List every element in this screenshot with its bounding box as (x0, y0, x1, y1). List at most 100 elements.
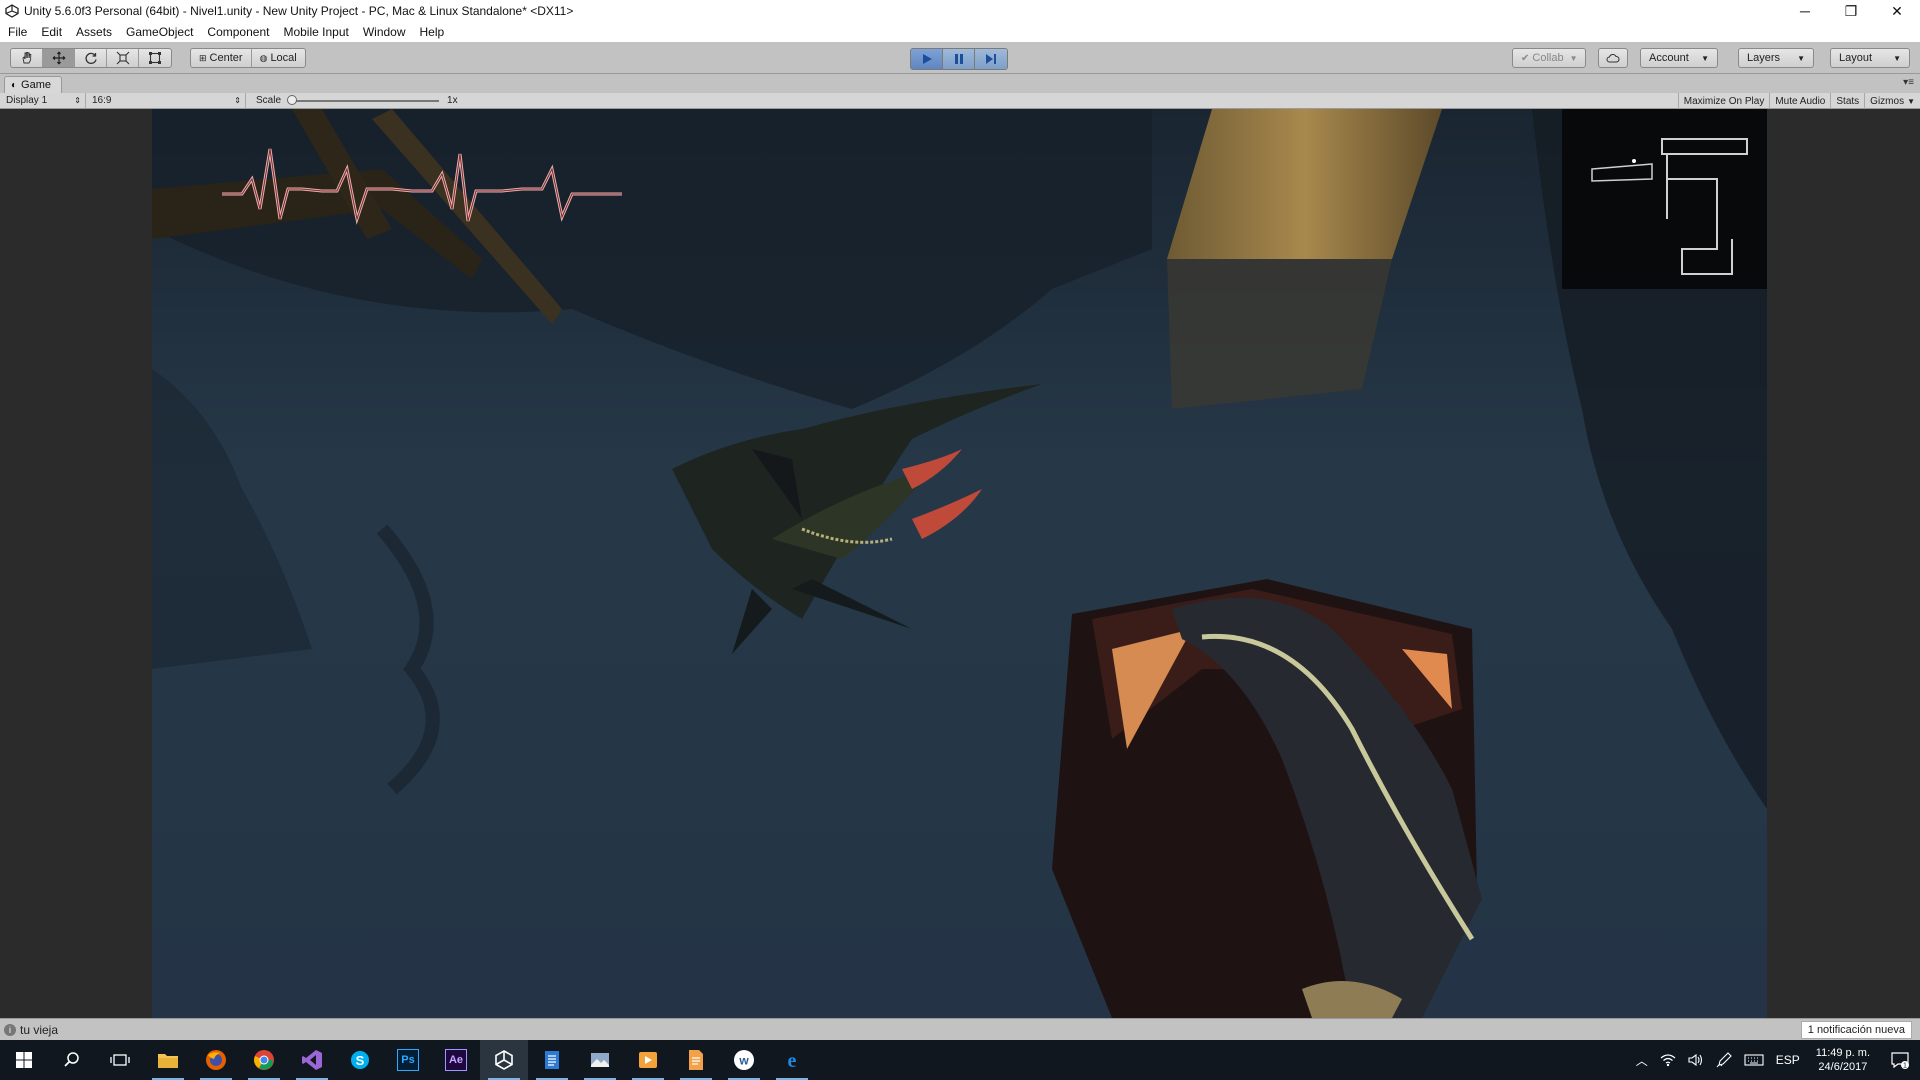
taskbar-notepad[interactable] (528, 1040, 576, 1080)
pen-icon[interactable] (1710, 1052, 1738, 1068)
taskbar-wattpad[interactable]: w (720, 1040, 768, 1080)
taskbar-firefox[interactable] (192, 1040, 240, 1080)
task-view-button[interactable] (96, 1040, 144, 1080)
windows-logo-icon (16, 1052, 32, 1068)
cloud-icon (1606, 54, 1620, 63)
search-button[interactable] (48, 1040, 96, 1080)
taskbar-document[interactable] (672, 1040, 720, 1080)
taskbar-after-effects[interactable]: Ae (432, 1040, 480, 1080)
clock[interactable]: 11:49 p. m. 24/6/2017 (1806, 1046, 1880, 1074)
scale-label: Scale (256, 95, 282, 106)
maximize-on-play-toggle[interactable]: Maximize On Play (1677, 93, 1770, 109)
layout-dropdown[interactable]: Layout ▼ (1830, 48, 1910, 68)
game-scene (152, 109, 1767, 1018)
taskbar-photos[interactable] (576, 1040, 624, 1080)
stats-toggle[interactable]: Stats (1830, 93, 1864, 109)
menu-assets[interactable]: Assets (76, 25, 112, 39)
cloud-button[interactable] (1598, 48, 1628, 68)
volume-icon[interactable] (1682, 1053, 1710, 1067)
chevron-down-icon: ▼ (1797, 53, 1805, 63)
menu-component[interactable]: Component (207, 25, 269, 39)
pivot-local-button[interactable]: ◍ Local (252, 49, 305, 67)
gizmos-dropdown[interactable]: Gizmos ▼ (1864, 93, 1920, 109)
windows-taskbar: S Ps Ae w e ︿ ESP 11:49 p. m. 24/6/2017 … (0, 1040, 1920, 1080)
game-viewport[interactable] (152, 109, 1767, 1018)
layout-label: Layout (1839, 52, 1873, 64)
notification-icon: 1 (1891, 1052, 1909, 1070)
taskbar-visual-studio[interactable] (288, 1040, 336, 1080)
after-effects-icon: Ae (445, 1049, 467, 1071)
pivot-center-button[interactable]: ⊞ Center (191, 49, 252, 67)
keyboard-icon[interactable] (1738, 1054, 1770, 1066)
wifi-icon[interactable] (1654, 1053, 1682, 1067)
clock-time: 11:49 p. m. (1815, 1047, 1870, 1059)
aspect-dropdown[interactable]: 16:9 ⇕ (86, 92, 246, 109)
move-icon[interactable] (43, 49, 75, 67)
account-label: Account (1649, 52, 1689, 64)
tab-game[interactable]: ◐ Game (4, 76, 63, 93)
action-center-button[interactable]: 1 (1880, 1040, 1920, 1080)
close-button[interactable]: ✕ (1874, 0, 1920, 22)
restore-button[interactable]: ❐ (1828, 0, 1874, 22)
tab-bar: ◐ Game ▾≡ (0, 75, 1920, 93)
taskbar-media-player[interactable] (624, 1040, 672, 1080)
menu-file[interactable]: File (8, 25, 27, 39)
scale-slider-knob[interactable] (287, 94, 298, 105)
check-circle-icon: ✔ (1521, 52, 1530, 64)
collab-label: Collab (1532, 52, 1564, 64)
visual-studio-icon (302, 1050, 322, 1070)
scale-slider[interactable] (287, 94, 440, 105)
unity-icon (495, 1050, 513, 1070)
svg-text:S: S (356, 1053, 365, 1068)
notepad-icon (545, 1051, 559, 1069)
tab-menu-icon[interactable]: ▾≡ (1903, 77, 1914, 88)
display-dropdown[interactable]: Display 1 ⇕ (0, 92, 86, 109)
language-indicator[interactable]: ESP (1770, 1053, 1806, 1067)
system-tray: ︿ ESP 11:49 p. m. 24/6/2017 1 (1630, 1040, 1920, 1080)
updown-icon: ⇕ (234, 96, 241, 105)
rect-icon[interactable] (139, 49, 171, 67)
globe-icon: ◍ (259, 52, 268, 63)
menu-help[interactable]: Help (420, 25, 445, 39)
clock-date: 24/6/2017 (1818, 1061, 1868, 1073)
pause-button[interactable] (943, 49, 975, 69)
chevron-down-icon: ▼ (1569, 53, 1578, 63)
notification-badge[interactable]: 1 notificación nueva (1800, 1021, 1912, 1039)
play-button[interactable] (911, 49, 943, 69)
svg-text:w: w (738, 1054, 749, 1068)
taskbar-chrome[interactable] (240, 1040, 288, 1080)
chevron-down-icon: ▼ (1893, 53, 1901, 63)
taskbar-skype[interactable]: S (336, 1040, 384, 1080)
chevron-up-icon[interactable]: ︿ (1630, 1052, 1654, 1069)
hand-icon[interactable] (11, 49, 43, 67)
windows-start-button[interactable] (0, 1040, 48, 1080)
layers-label: Layers (1747, 52, 1781, 64)
menu-edit[interactable]: Edit (41, 25, 62, 39)
edge-icon: e (788, 1050, 797, 1071)
scale-icon[interactable] (107, 49, 139, 67)
rotate-icon[interactable] (75, 49, 107, 67)
account-dropdown[interactable]: Account ▼ (1640, 48, 1718, 68)
menu-gameobject[interactable]: GameObject (126, 25, 193, 39)
minimize-button[interactable]: ─ (1782, 0, 1828, 22)
pacman-icon: ◐ (11, 79, 18, 91)
collab-dropdown[interactable]: ✔ Collab ▼ (1512, 48, 1586, 68)
taskbar-unity[interactable] (480, 1040, 528, 1080)
gizmos-label: Gizmos (1870, 95, 1905, 107)
step-button[interactable] (975, 49, 1007, 69)
pivot-icon: ⊞ (199, 52, 207, 63)
status-message[interactable]: tu vieja (20, 1023, 58, 1037)
taskbar-photoshop[interactable]: Ps (384, 1040, 432, 1080)
taskbar-file-explorer[interactable] (144, 1040, 192, 1080)
media-player-icon (639, 1052, 657, 1068)
menu-window[interactable]: Window (363, 25, 406, 39)
notification-count: 1 (1903, 1063, 1907, 1070)
chevron-down-icon: ▼ (1907, 96, 1915, 106)
mute-audio-toggle[interactable]: Mute Audio (1769, 93, 1830, 109)
info-icon: i (4, 1023, 16, 1036)
menu-mobile-input[interactable]: Mobile Input (283, 25, 348, 39)
tab-game-label: Game (21, 79, 52, 91)
menu-bar: File Edit Assets GameObject Component Mo… (0, 22, 1920, 42)
layers-dropdown[interactable]: Layers ▼ (1738, 48, 1814, 68)
taskbar-edge[interactable]: e (768, 1040, 816, 1080)
